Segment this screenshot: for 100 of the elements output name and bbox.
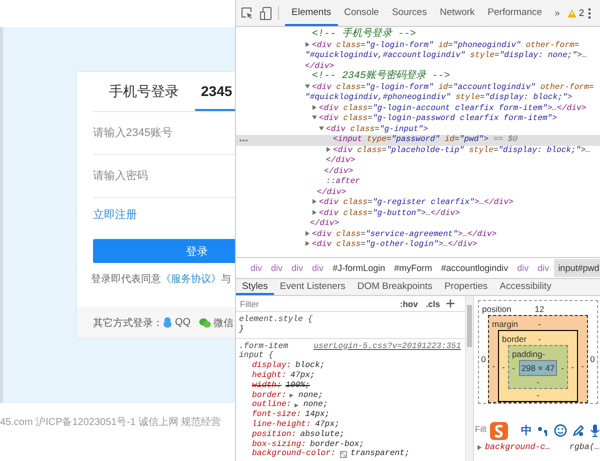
breadcrumb-item[interactable]: div [287,259,308,277]
more-icon[interactable] [239,139,248,142]
scrollbar-thumb[interactable] [467,305,472,347]
box-value: 0 [481,354,486,364]
closing-tag[interactable]: </div> [310,219,340,230]
computed-filter-field[interactable]: Filt [475,424,489,434]
agreement-link[interactable]: 《服务协议》 [161,272,221,286]
css-value[interactable]: 14px; [305,410,330,420]
dom-node[interactable]: <input type="password" id="pwd"> == $0 [236,135,600,146]
sidebar-tab[interactable]: Event Listeners [274,279,352,295]
panel-tab[interactable]: Elements [285,0,338,26]
color-swatch-icon[interactable] [340,450,347,458]
hover-state-button[interactable]: :hov [396,298,422,308]
css-value[interactable]: block; [295,361,325,371]
footer-text: 45.com 沪ICP备12023051号-1 诚信上网 规范经营 [0,416,222,429]
plus-icon[interactable] [446,299,455,308]
dom-node[interactable]: <!-- 手机号登录 --> [236,30,600,40]
panel-tab[interactable]: Console [338,0,386,26]
logo-icon[interactable] [490,422,508,440]
sidebar-tab[interactable]: Accessibility [494,279,558,295]
css-property[interactable]: outline: [252,400,292,410]
css-value[interactable]: border-box; [310,440,364,450]
menu-icon[interactable] [588,8,591,18]
login-option-label[interactable]: QQ [175,317,191,328]
box-label: margin [492,318,519,328]
more-tabs-button[interactable]: » [550,8,564,18]
smiley-icon[interactable] [554,424,567,437]
sidebar-tab[interactable]: Properties [438,279,494,295]
css-value[interactable]: none; [303,400,328,410]
login-button[interactable]: 登录 [93,239,235,263]
breadcrumb-item[interactable]: div [533,259,554,277]
box-value: 12 [534,304,544,314]
breadcrumb-item[interactable]: input#pwd [554,259,600,277]
sidebar-tab[interactable]: DOM Breakpoints [351,279,438,295]
dom-node[interactable]: <div class="g-register clearfix">…</div> [236,198,600,208]
breadcrumb-item[interactable]: #myForm [390,259,437,277]
css-property[interactable]: font-size: [252,410,302,420]
inspect-icon[interactable] [241,7,253,19]
breadcrumb-item[interactable]: #accountlogindiv [436,259,513,277]
css-property[interactable]: line-height: [252,420,311,430]
dom-node[interactable]: ::after [236,177,600,188]
css-value[interactable]: 100%; [285,380,310,391]
css-value[interactable]: transparent; [350,449,410,460]
css-property[interactable]: width: [252,380,282,391]
breadcrumb-item[interactable]: div [266,259,288,277]
css-property[interactable]: box-sizing: [252,440,306,450]
expand-arrow-icon[interactable] [305,42,310,47]
breadcrumb-item[interactable]: div [246,259,267,277]
chat-bubbles-icon [198,318,211,328]
register-link[interactable]: 立即注册 [93,207,137,222]
computed-property[interactable]: background-c… [485,442,550,452]
panel-tab[interactable]: Network [433,0,482,26]
closing-tag[interactable]: </div> [317,188,346,198]
dom-node[interactable]: <div class="g-button">…</div> [236,208,600,219]
css-property[interactable]: border: [252,390,286,400]
dom-node[interactable]: <div class="service-agreement">…</div> [236,230,600,240]
login-option-label[interactable]: 微信 [214,316,234,330]
dom-node[interactable]: <div class="g-login-account clearfix form-item">…</div> [236,104,600,114]
dom-node[interactable]: <!-- 2345账号密码登录 --> [236,72,600,82]
css-property[interactable]: background-color: [252,449,336,460]
input-mode-button[interactable]: 中 [521,423,532,438]
dom-node[interactable]: <div class="placeholde-tip" style="display: block;">… </div> [236,146,600,166]
dom-node[interactable]: <div class="g-login-password clearfix form-item"> [236,114,600,124]
pen-icon[interactable] [572,424,585,437]
microphone-icon[interactable] [590,424,600,437]
css-property[interactable]: height: [252,370,286,381]
panel-tab[interactable]: Performance [481,0,549,26]
login-tab[interactable]: 手机号登录 [93,72,195,111]
breadcrumb-item[interactable]: div [308,259,328,277]
box-value: - [536,390,540,400]
dom-node[interactable]: <div class="g-other-login">…</div> [236,240,600,250]
box-value: - [561,363,564,373]
css-value[interactable]: 47px; [314,420,340,430]
css-property[interactable]: position: [252,430,296,440]
class-toggle-button[interactable]: .cls [422,298,444,308]
box-value: - [536,377,540,387]
warnings-button[interactable]: 2 [564,8,588,18]
panel-tab[interactable]: Sources [385,0,434,26]
breadcrumb-item[interactable]: #J-formLogin [328,259,390,277]
closing-tag[interactable]: </div> [324,166,354,177]
css-value[interactable]: none; [298,390,323,400]
css-selector: input { [239,351,274,361]
punctuation-icon[interactable] [537,424,549,436]
expand-arrow-icon[interactable] [326,146,331,152]
box-label: position [482,304,512,314]
sidebar-tab[interactable]: Styles [236,279,274,295]
css-property[interactable]: display: [252,361,292,371]
expand-arrow-icon[interactable] [305,84,310,89]
css-value[interactable]: absolute; [300,430,344,440]
dom-node[interactable]: <div class="g-input"> [236,124,600,135]
css-selector: .form-item [239,342,288,351]
device-icon[interactable] [260,6,272,20]
expand-arrow-icon[interactable] [477,444,482,450]
css-value[interactable]: 47px; [290,370,315,381]
breadcrumb-item[interactable]: div [512,259,534,277]
source-link[interactable]: userLogin-5.css?v=20191223:351 [314,342,461,352]
dom-node[interactable]: <div class="g-login-form" id="accountlogindiv" other-form= "#quicklogindiv,#phoneogindiv" style="display: block;"> [236,82,600,104]
box-value: - [538,334,541,344]
content-size: 298 × 47 [519,360,557,376]
penguin-icon [163,317,172,328]
